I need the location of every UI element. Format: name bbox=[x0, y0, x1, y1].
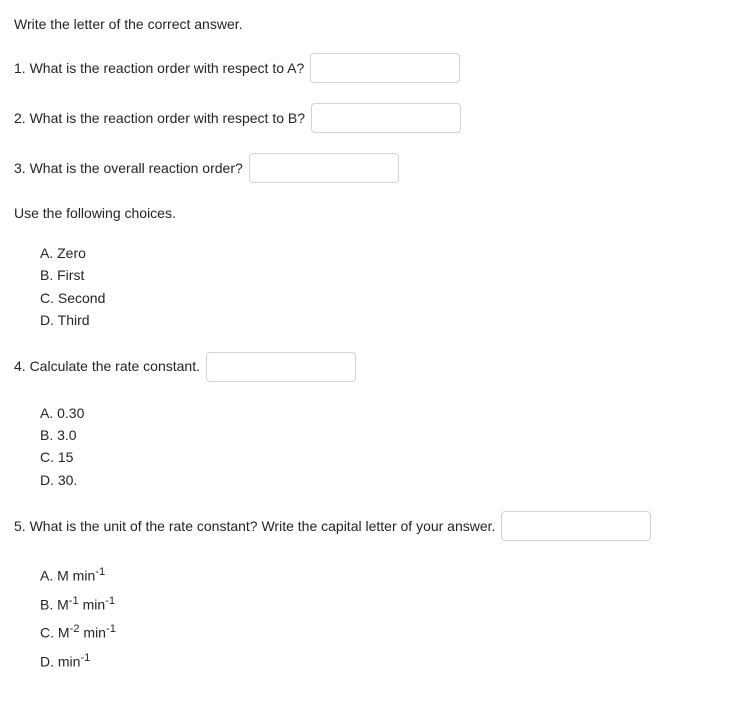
question-2-row: 2. What is the reaction order with respe… bbox=[14, 103, 739, 133]
question-4-input[interactable] bbox=[206, 352, 356, 382]
instruction-text: Write the letter of the correct answer. bbox=[14, 14, 739, 35]
question-5-row: 5. What is the unit of the rate constant… bbox=[14, 511, 739, 541]
choices-intro: Use the following choices. bbox=[14, 203, 739, 224]
question-5-input[interactable] bbox=[501, 511, 651, 541]
choice-5d: D. min-1 bbox=[40, 647, 739, 676]
question-3-row: 3. What is the overall reaction order? bbox=[14, 153, 739, 183]
question-1-row: 1. What is the reaction order with respe… bbox=[14, 53, 739, 83]
choice-4b: B. 3.0 bbox=[40, 424, 739, 446]
choice-4d: D. 30. bbox=[40, 469, 739, 491]
question-2-input[interactable] bbox=[311, 103, 461, 133]
choice-4c: C. 15 bbox=[40, 446, 739, 468]
choice-b: B. First bbox=[40, 264, 739, 286]
question-4-row: 4. Calculate the rate constant. bbox=[14, 352, 739, 382]
choice-5b: B. M-1 min-1 bbox=[40, 590, 739, 619]
choice-a: A. Zero bbox=[40, 242, 739, 264]
choice-5c: C. M-2 min-1 bbox=[40, 618, 739, 647]
question-3-text: 3. What is the overall reaction order? bbox=[14, 158, 243, 179]
choice-c: C. Second bbox=[40, 287, 739, 309]
question-4-text: 4. Calculate the rate constant. bbox=[14, 356, 200, 377]
choice-d: D. Third bbox=[40, 309, 739, 331]
question-2-text: 2. What is the reaction order with respe… bbox=[14, 108, 305, 129]
choices-1-3-list: A. Zero B. First C. Second D. Third bbox=[14, 242, 739, 332]
choice-4a: A. 0.30 bbox=[40, 402, 739, 424]
choice-5a: A. M min-1 bbox=[40, 561, 739, 590]
question-3-input[interactable] bbox=[249, 153, 399, 183]
choices-5-list: A. M min-1 B. M-1 min-1 C. M-2 min-1 D. … bbox=[14, 561, 739, 676]
question-5-text: 5. What is the unit of the rate constant… bbox=[14, 516, 495, 537]
question-1-text: 1. What is the reaction order with respe… bbox=[14, 58, 304, 79]
question-1-input[interactable] bbox=[310, 53, 460, 83]
choices-4-list: A. 0.30 B. 3.0 C. 15 D. 30. bbox=[14, 402, 739, 492]
